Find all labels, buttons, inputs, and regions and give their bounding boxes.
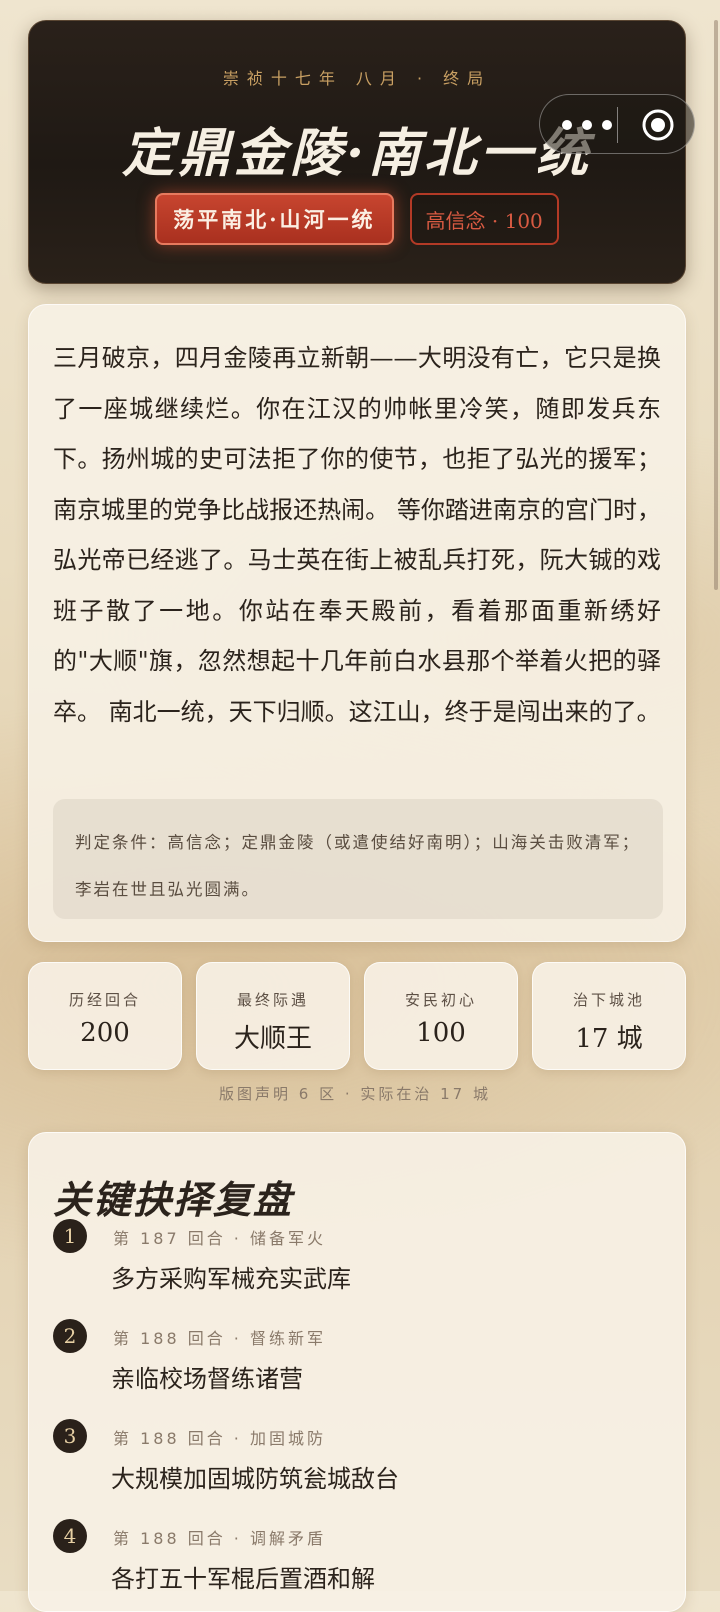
choice-item: 3 第 188 回合 · 加固城防 大规模加固城防筑瓮城敌台 [53,1419,653,1499]
stat-label: 治下城池 [572,991,645,1009]
miniprogram-capsule [539,94,695,154]
capsule-divider [617,107,618,143]
page-scrollbar[interactable] [714,20,718,590]
choice-number: 1 [53,1219,87,1253]
more-dots-icon[interactable] [562,117,618,133]
ending-narrative-text: 三月破京，四月金陵再立新朝——大明没有亡，它只是换了一座城继续烂。你在江汉的帅帐… [53,344,661,726]
stat-people-heart: 安民初心 100 [364,962,518,1070]
stat-value: 17 城 [575,1024,643,1054]
stat-value: 200 [80,1018,130,1048]
choice-meta: 第 188 回合 · 督练新军 [113,1329,326,1348]
stat-label: 最终际遇 [236,991,309,1009]
stat-final-rank: 最终际遇 大顺王 [196,962,350,1070]
choice-meta: 第 187 回合 · 储备军火 [113,1229,326,1248]
choice-item: 2 第 188 回合 · 督练新军 亲临校场督练诸营 [53,1319,653,1399]
choice-text: 大规模加固城防筑瓮城敌台 [111,1465,399,1493]
key-choices-card: 关键抉择复盘 1 第 187 回合 · 储备军火 多方采购军械充实武库 2 第 … [28,1132,686,1612]
choice-meta: 第 188 回合 · 加固城防 [113,1429,326,1448]
territory-note: 版图声明 6 区 · 实际在治 17 城 [218,1085,491,1103]
stat-label: 安民初心 [404,991,477,1009]
ending-badge-row: 荡平南北·山河一统 高信念 · 100 [29,193,685,245]
choice-number: 3 [53,1419,87,1453]
choice-item: 1 第 187 回合 · 储备军火 多方采购军械充实武库 [53,1219,653,1299]
choice-number: 4 [53,1519,87,1553]
stat-label: 历经回合 [68,991,141,1009]
stat-value: 大顺王 [233,1024,312,1054]
ending-date-kicker: 崇祯十七年 八月 · 终局 [222,69,492,88]
choice-meta: 第 188 回合 · 调解矛盾 [113,1529,326,1548]
stat-turns: 历经回合 200 [28,962,182,1070]
choice-text: 各打五十军棍后置酒和解 [111,1565,375,1593]
ending-narrative-card: 三月破京，四月金陵再立新朝——大明没有亡，它只是换了一座城继续烂。你在江汉的帅帐… [28,304,686,942]
ending-condition-box: 判定条件：高信念；定鼎金陵（或遣使结好南明）；山海关击败清军；李岩在世且弘光圆满… [53,799,663,919]
target-close-icon[interactable] [641,108,675,142]
key-choices-title: 关键抉择复盘 [53,1177,294,1222]
stat-value: 100 [416,1018,466,1048]
choice-text: 多方采购军械充实武库 [111,1265,351,1293]
stat-cities: 治下城池 17 城 [532,962,686,1070]
choice-item: 4 第 188 回合 · 调解矛盾 各打五十军棍后置酒和解 [53,1519,653,1599]
choice-text: 亲临校场督练诸营 [111,1365,303,1393]
stats-row: 历经回合 200 最终际遇 大顺王 安民初心 100 治下城池 17 城 [28,962,686,1070]
ending-type-badge: 荡平南北·山河一统 [155,193,394,245]
belief-badge: 高信念 · 100 [409,193,559,245]
choice-number: 2 [53,1319,87,1353]
